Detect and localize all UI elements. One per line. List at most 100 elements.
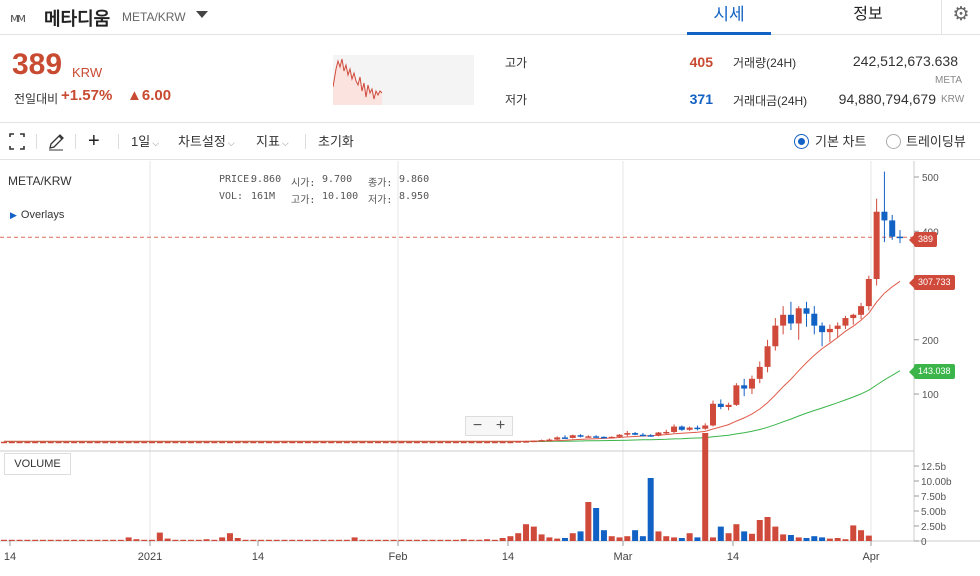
- fullscreen-icon[interactable]: [8, 123, 26, 160]
- volume-bar: [382, 539, 389, 541]
- ohlc-open: 9.700: [322, 174, 353, 185]
- volume-bar: [351, 537, 358, 541]
- volume-bar: [717, 526, 724, 541]
- candle-body: [468, 441, 475, 444]
- chart-settings-label: 차트설정: [178, 134, 226, 149]
- volume-bar: [16, 539, 23, 541]
- candle-body: [881, 211, 888, 221]
- candle-body: [250, 441, 257, 444]
- settings-gear-icon[interactable]: ⚙: [941, 0, 980, 35]
- indicators-dropdown[interactable]: 지표 ⌵: [256, 123, 289, 160]
- volume-bar: [211, 539, 218, 541]
- volume-bar: [748, 533, 755, 541]
- basic-chart-label[interactable]: 기본 차트: [815, 123, 866, 160]
- candle-body: [398, 441, 405, 444]
- volume-bar: [55, 539, 62, 541]
- candle-body: [242, 441, 249, 444]
- volume-bar: [195, 539, 202, 541]
- ohlc-close-label: 종가:: [368, 178, 393, 189]
- zoom-out-button[interactable]: −: [466, 417, 489, 435]
- crosshair-icon[interactable]: +: [88, 123, 100, 160]
- candle-body: [686, 427, 693, 430]
- volume-bar: [133, 539, 140, 541]
- volume-bar: [265, 539, 272, 541]
- tab-info[interactable]: 정보: [826, 0, 910, 35]
- volume-bar: [710, 537, 717, 541]
- vol-tick-label: 10.00b: [921, 477, 952, 488]
- volume-bar: [258, 539, 265, 541]
- volume-bar: [826, 538, 833, 541]
- candle-body: [647, 435, 654, 437]
- overlays-toggle[interactable]: ▶ Overlays: [10, 209, 64, 221]
- volume-bar: [515, 533, 522, 541]
- reset-button[interactable]: 초기화: [318, 123, 354, 160]
- candle-body: [569, 435, 576, 438]
- candle-body: [842, 318, 849, 326]
- candle-body: [530, 440, 537, 443]
- volume-bar: [32, 539, 39, 541]
- candle-body: [187, 441, 194, 444]
- volume-bar: [803, 538, 810, 541]
- volume-bar: [406, 539, 413, 541]
- draw-pencil-icon[interactable]: [47, 123, 65, 160]
- volume-bar: [1, 539, 7, 541]
- volume-bar: [678, 538, 685, 541]
- coin-name[interactable]: 메타디움: [44, 5, 110, 31]
- candle-body: [304, 441, 311, 444]
- candle-body: [608, 436, 615, 439]
- candlestick-chart-svg[interactable]: 50040030020010012.5b10.00b7.50b5.00b2.50…: [0, 161, 980, 576]
- candle-body: [632, 433, 639, 435]
- triangle-right-icon: ▶: [10, 210, 17, 220]
- price-chart[interactable]: 50040030020010012.5b10.00b7.50b5.00b2.50…: [0, 161, 980, 576]
- tradingview-radio[interactable]: [886, 134, 901, 149]
- volume-bar: [569, 533, 576, 541]
- candle-body: [382, 441, 389, 444]
- tab-price[interactable]: 시세: [687, 0, 771, 35]
- ohlc-close: 9.860: [399, 174, 430, 185]
- volume-bar: [834, 538, 841, 541]
- zoom-in-button[interactable]: +: [489, 417, 512, 435]
- tradingview-label[interactable]: 트레이딩뷰: [906, 123, 966, 160]
- header-bar: ᴍᴍ 메타디움 META/KRW 시세 정보 ⚙: [0, 0, 980, 35]
- candle-body: [16, 441, 23, 444]
- coin-dropdown-icon[interactable]: [196, 11, 208, 18]
- candle-body: [764, 346, 771, 367]
- candle-body: [320, 441, 327, 444]
- ma-long-line: [4, 370, 901, 443]
- candle-body: [110, 441, 117, 444]
- candle-body: [858, 306, 865, 315]
- indicators-label: 지표: [256, 134, 280, 149]
- interval-dropdown[interactable]: 1일 ⌵: [131, 123, 159, 160]
- x-tick-label: Mar: [614, 551, 633, 563]
- candle-body: [561, 437, 568, 439]
- candle-body: [671, 426, 678, 432]
- volume-bar: [172, 539, 179, 541]
- volume-bar: [600, 530, 607, 541]
- volume-bar: [554, 538, 561, 541]
- chart-settings-dropdown[interactable]: 차트설정 ⌵: [178, 123, 235, 160]
- candle-body: [117, 441, 124, 444]
- basic-chart-radio[interactable]: [794, 134, 809, 149]
- volume-bar: [24, 539, 31, 541]
- ohlc-vol-label: VOL:: [219, 191, 244, 202]
- volume-bar: [452, 539, 459, 541]
- chevron-down-icon: ⌵: [152, 138, 160, 148]
- volume-bar: [476, 539, 483, 541]
- overlays-label: Overlays: [20, 209, 65, 221]
- candle-body: [203, 441, 210, 444]
- amount-24h-value: 94,880,794,679: [838, 91, 936, 107]
- candle-body: [32, 441, 39, 444]
- candle-body: [78, 441, 85, 444]
- volume-bar: [671, 537, 678, 541]
- volume-bar: [367, 539, 374, 541]
- candle-body: [367, 441, 374, 444]
- volume-bar: [616, 537, 623, 541]
- coin-pair[interactable]: META/KRW: [122, 10, 186, 24]
- low-value: 371: [689, 91, 713, 107]
- candle-body: [655, 432, 662, 436]
- volume-bar: [585, 502, 592, 541]
- high-value: 405: [689, 54, 713, 70]
- candle-body: [756, 366, 763, 379]
- candle-body: [663, 431, 670, 434]
- candle-body: [234, 441, 241, 444]
